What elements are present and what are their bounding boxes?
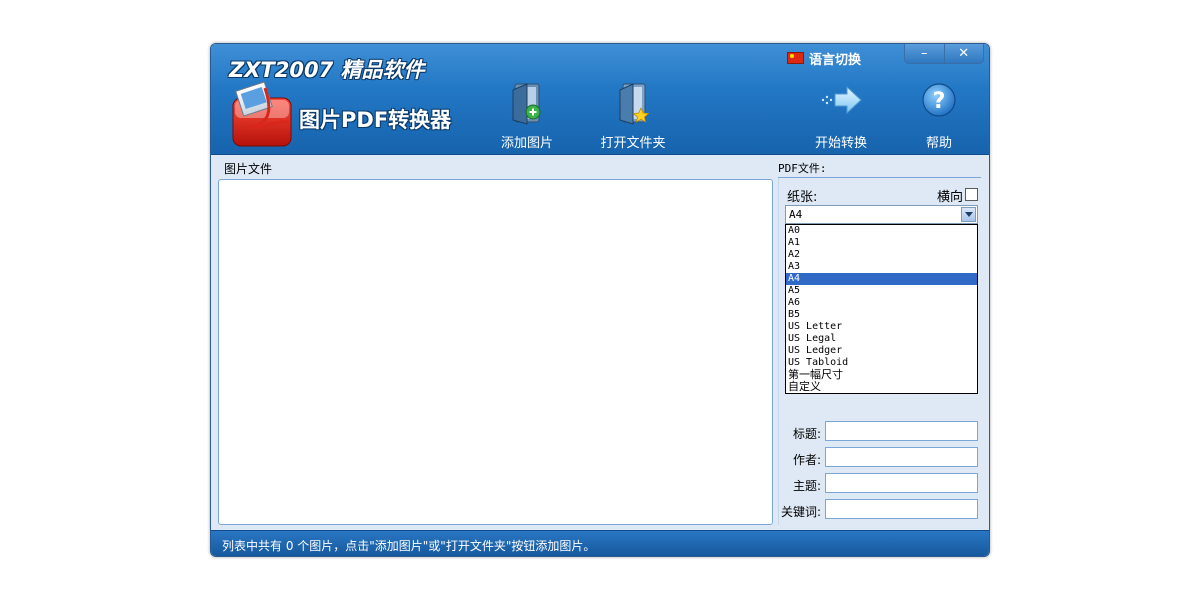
china-flag-icon (787, 52, 804, 64)
open-folder-label: 打开文件夹 (600, 136, 666, 151)
status-text: 列表中共有 0 个图片，点击"添加图片"或"打开文件夹"按钮添加图片。 (222, 539, 596, 553)
add-images-button[interactable]: 添加图片 (487, 78, 567, 151)
author-field-label: 作者: (792, 453, 821, 467)
open-folder-icon (619, 83, 650, 125)
paper-option-b5[interactable]: B5 (786, 309, 977, 321)
start-convert-button[interactable]: 开始转换 (801, 78, 881, 151)
brand-title: ZXT2007 精品软件 (229, 58, 425, 82)
status-bar: 列表中共有 0 个图片，点击"添加图片"或"打开文件夹"按钮添加图片。 (211, 530, 989, 556)
pdf-file-label: PDF文件: (778, 162, 827, 175)
help-button[interactable]: ? 帮助 (899, 78, 979, 151)
paper-option-us-ledger[interactable]: US Ledger (786, 345, 977, 357)
add-image-icon (512, 83, 541, 125)
close-button[interactable]: ✕ (943, 44, 984, 63)
title-field[interactable] (825, 421, 978, 441)
help-icon: ? (922, 83, 956, 117)
pdf-image-logo-icon (232, 82, 292, 147)
minimize-button[interactable]: – (905, 44, 944, 63)
paper-size-value: A4 (789, 208, 803, 221)
paper-option-a0[interactable]: A0 (786, 225, 977, 237)
image-file-list[interactable] (218, 179, 773, 525)
svg-text:?: ? (933, 89, 946, 114)
pdf-section-divider (778, 177, 981, 178)
paper-size-select[interactable]: A4 (785, 205, 978, 224)
subject-field[interactable] (825, 473, 978, 493)
pdf-panel-border (778, 178, 779, 525)
paper-option-custom[interactable]: 自定义 (786, 381, 977, 393)
paper-size-dropdown: A0 A1 A2 A3 A4 A5 A6 B5 US Letter US Leg… (785, 224, 978, 394)
keywords-field[interactable] (825, 499, 978, 519)
paper-option-a1[interactable]: A1 (786, 237, 977, 249)
header-banner: ZXT2007 精品软件 图片PDF转换器 添加图片 打开文件夹 语言切换 – … (211, 44, 989, 155)
paper-size-label: 纸张: (787, 190, 818, 205)
landscape-checkbox[interactable] (965, 188, 978, 201)
product-name: 图片PDF转换器 (299, 108, 452, 132)
language-switch[interactable]: 语言切换 (787, 49, 862, 68)
language-switch-label: 语言切换 (809, 52, 862, 68)
help-label: 帮助 (925, 136, 952, 151)
paper-option-a4[interactable]: A4 (786, 273, 977, 285)
title-field-label: 标题: (792, 427, 821, 441)
start-convert-label: 开始转换 (814, 136, 867, 151)
keywords-field-label: 关键词: (780, 505, 821, 519)
convert-arrow-icon (821, 85, 862, 115)
paper-option-a2[interactable]: A2 (786, 249, 977, 261)
paper-option-us-legal[interactable]: US Legal (786, 333, 977, 345)
paper-option-us-letter[interactable]: US Letter (786, 321, 977, 333)
author-field[interactable] (825, 447, 978, 467)
window-controls: – ✕ (904, 44, 984, 64)
app-window: ZXT2007 精品软件 图片PDF转换器 添加图片 打开文件夹 语言切换 – … (210, 43, 990, 557)
add-images-label: 添加图片 (500, 136, 553, 151)
paper-option-a5[interactable]: A5 (786, 285, 977, 297)
subject-field-label: 主题: (792, 479, 821, 493)
chevron-down-icon[interactable] (961, 207, 976, 222)
paper-option-a6[interactable]: A6 (786, 297, 977, 309)
paper-option-a3[interactable]: A3 (786, 261, 977, 273)
landscape-label: 横向 (937, 190, 964, 205)
open-folder-button[interactable]: 打开文件夹 (593, 78, 673, 151)
image-files-label: 图片文件 (224, 162, 273, 176)
